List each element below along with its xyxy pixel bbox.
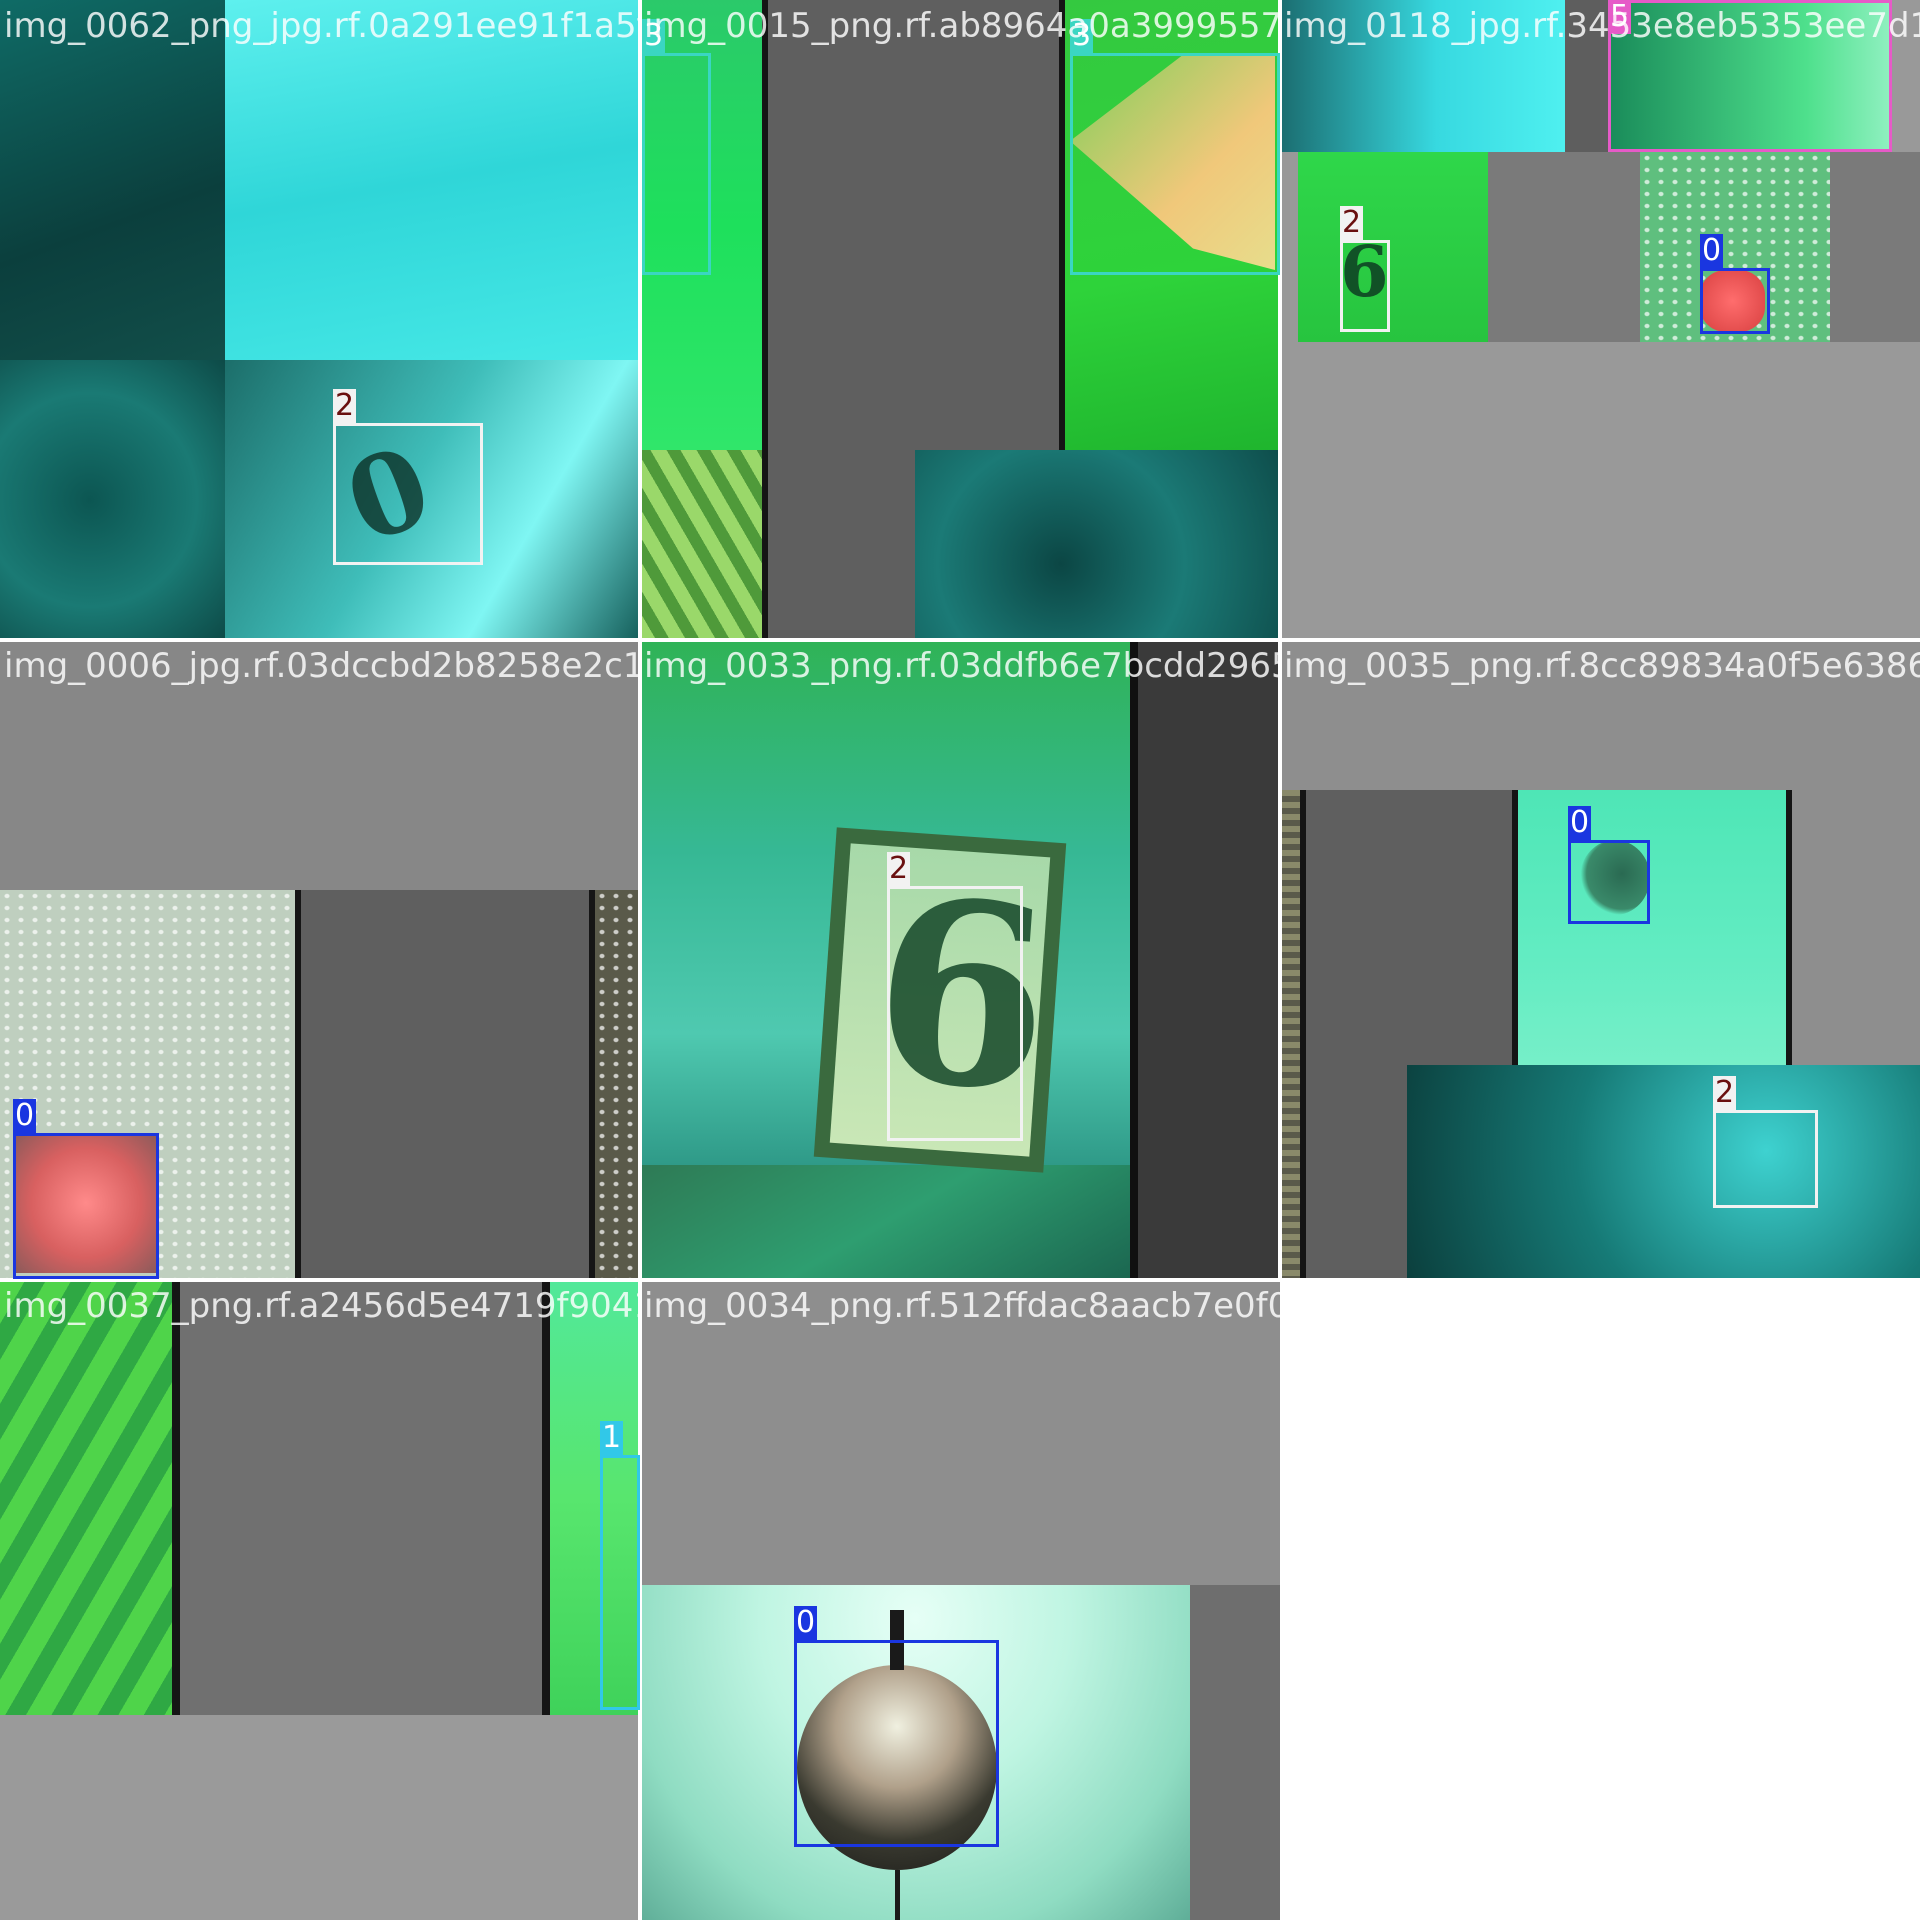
tile-2: 3 3 img_0015_png.rf.ab8964a0a3999557e483…	[640, 0, 1280, 640]
tile-8-filename: img_0034_png.rf.512ffdac8aacb7e0f09524e9	[644, 1286, 1280, 1326]
tile-8-buoy-rope	[895, 1870, 900, 1920]
tile-4-image-mid	[295, 890, 595, 1280]
tile-8-image-right	[1190, 1585, 1280, 1920]
tile-2-image-bottom-right	[915, 450, 1280, 640]
tile-4-bbox-label-class-0: 0	[13, 1098, 37, 1133]
tile-2-image-left-edge	[762, 0, 768, 640]
grid-divider-h2	[0, 1278, 1920, 1282]
tile-5-bbox-class-2	[887, 886, 1023, 1141]
tile-6-bbox-label-class-2: 2	[1713, 1075, 1737, 1110]
tile-2-bbox-label-left: 3	[642, 18, 666, 53]
tile-3-image-mid-left	[1298, 152, 1488, 342]
tile-4-image-right	[595, 890, 640, 1280]
tile-8-bbox-label-class-0: 0	[794, 1605, 818, 1640]
tile-7-image-left	[0, 1280, 172, 1715]
tile-1-bbox-label: 2	[333, 388, 357, 423]
tile-2-bbox-class-3-left	[642, 53, 711, 275]
tile-3-bbox-class-2	[1340, 240, 1390, 332]
tile-2-bbox-label-right: 3	[1070, 18, 1094, 53]
tile-7-bbox-label-class-1: 1	[600, 1420, 624, 1455]
tile-5-bbox-label-class-2: 2	[887, 851, 911, 886]
tile-6-image-bottom	[1407, 1065, 1920, 1280]
tile-2-image-bottom-left	[640, 450, 762, 640]
tile-6-bbox-label-class-0: 0	[1568, 805, 1592, 840]
tile-8: 0 img_0034_png.rf.512ffdac8aacb7e0f09524…	[640, 1280, 1280, 1920]
tile-7: 1 img_0037_png.rf.a2456d5e4719f90410e3a0…	[0, 1280, 640, 1920]
tile-4: 0 img_0006_jpg.rf.03dccbd2b8258e2c1de089…	[0, 640, 640, 1280]
tile-3-bbox-label-class-5: 5	[1608, 0, 1632, 34]
tile-7-bbox-class-1	[600, 1455, 640, 1710]
tile-5-image-edge	[1130, 640, 1138, 1280]
tile-1: 0 2 img_0062_png_jpg.rf.0a291ee91f1a5f30…	[0, 0, 640, 640]
tile-3-bbox-class-0	[1700, 268, 1770, 334]
tile-1-bbox-class-2	[333, 423, 483, 565]
grid-divider-h1	[0, 638, 1920, 642]
tile-6-filename: img_0035_png.rf.8cc89834a0f5e6386	[1284, 646, 1920, 686]
tile-3-image-top-left	[1280, 0, 1565, 152]
tile-2-bbox-class-3-right	[1070, 53, 1280, 275]
tile-6-bbox-class-2	[1713, 1110, 1818, 1208]
tile-9-empty	[1280, 1280, 1920, 1920]
tile-4-bbox-class-0	[13, 1133, 159, 1279]
tile-3-bbox-label-class-0: 0	[1700, 233, 1724, 268]
tile-6-bbox-class-0	[1568, 840, 1650, 924]
tile-1-image-top-left	[0, 0, 225, 360]
tile-3-bbox-label-class-2: 2	[1340, 205, 1364, 240]
tile-2-image-right-edge	[1059, 0, 1065, 450]
tile-3: 6 5 2 0 img_0118_jpg.rf.3453e8eb5353ee7d…	[1280, 0, 1920, 640]
tile-5: 6 2 img_0033_png.rf.03ddfb6e7bcdd2965de6…	[640, 640, 1280, 1280]
tile-1-image-top-right	[225, 0, 640, 360]
tile-7-image-mid	[172, 1280, 550, 1715]
tile-4-filename: img_0006_jpg.rf.03dccbd2b8258e2c1de0890	[4, 646, 640, 686]
tile-5-image-bottom	[640, 1165, 1130, 1280]
tile-3-bbox-class-5	[1608, 0, 1892, 152]
tile-6: 0 2 img_0035_png.rf.8cc89834a0f5e6386	[1280, 640, 1920, 1280]
tile-6-image-top	[1512, 790, 1792, 1065]
tile-1-image-bottom-left	[0, 360, 225, 640]
tile-8-bbox-class-0	[794, 1640, 999, 1847]
tile-6-image-left-strip	[1280, 790, 1300, 1280]
